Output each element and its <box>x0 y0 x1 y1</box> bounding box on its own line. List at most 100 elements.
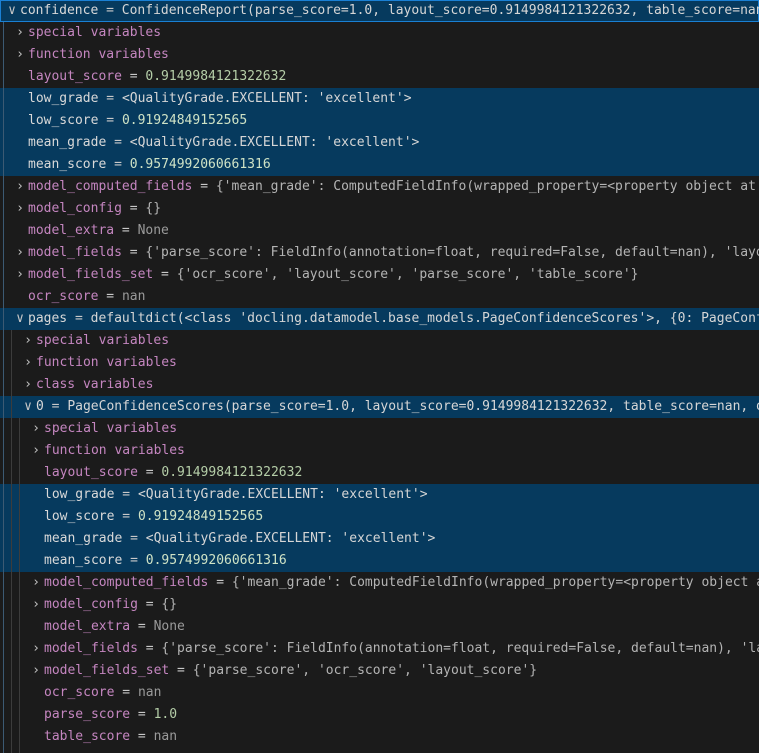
variable-row[interactable]: layout_score = 0.9149984121322632 <box>0 462 759 484</box>
variable-value: 0.91924849152565 <box>138 506 263 528</box>
equals-separator: = <box>114 682 137 704</box>
chevron-right-icon[interactable]: › <box>28 660 44 682</box>
variable-name: mean_grade <box>28 132 106 154</box>
chevron-right-icon[interactable]: › <box>12 44 28 66</box>
chevron-right-icon[interactable]: › <box>12 22 28 44</box>
variable-row[interactable]: parse_score = 1.0 <box>0 704 759 726</box>
variable-name: low_score <box>28 110 98 132</box>
equals-separator: = <box>114 220 137 242</box>
variable-row[interactable]: › special variables <box>0 418 759 440</box>
variable-name: confidence <box>20 0 98 22</box>
variable-value: {'parse_score': FieldInfo(annotation=flo… <box>145 242 759 264</box>
variable-row[interactable]: › class variables <box>0 374 759 396</box>
chevron-right-icon[interactable]: › <box>28 638 44 660</box>
chevron-right-icon[interactable]: › <box>12 264 28 286</box>
variable-row[interactable]: mean_score = 0.9574992060661316 <box>0 550 759 572</box>
chevron-right-icon[interactable]: › <box>20 352 36 374</box>
variable-row[interactable]: ∨ pages = defaultdict(<class 'docling.da… <box>0 308 759 330</box>
equals-separator: = <box>122 66 145 88</box>
variable-row[interactable]: › model_config = {} <box>0 594 759 616</box>
chevron-down-icon[interactable]: ∨ <box>20 396 36 418</box>
chevron-right-icon[interactable]: › <box>28 418 44 440</box>
equals-separator: = <box>122 550 145 572</box>
variable-value: None <box>138 220 169 242</box>
variable-name: model_fields <box>44 638 138 660</box>
variable-name: model_fields_set <box>28 264 153 286</box>
variable-row[interactable]: › model_fields_set = {'ocr_score', 'layo… <box>0 264 759 286</box>
variable-name: model_config <box>28 198 122 220</box>
equals-separator: = <box>98 110 121 132</box>
chevron-right-icon[interactable]: › <box>12 176 28 198</box>
variable-row[interactable]: › model_computed_fields = {'mean_grade':… <box>0 572 759 594</box>
variable-row[interactable]: low_grade = <QualityGrade.EXCELLENT: 'ex… <box>0 88 759 110</box>
variable-row[interactable]: mean_grade = <QualityGrade.EXCELLENT: 'e… <box>0 528 759 550</box>
equals-separator: = <box>130 704 153 726</box>
variable-value: nan <box>138 682 161 704</box>
chevron-right-icon[interactable]: › <box>28 572 44 594</box>
variable-row[interactable]: › function variables <box>0 352 759 374</box>
variable-row[interactable]: › model_config = {} <box>0 198 759 220</box>
variable-row[interactable]: › model_fields = {'parse_score': FieldIn… <box>0 638 759 660</box>
variable-name: 0 <box>36 396 44 418</box>
variable-row[interactable]: low_score = 0.91924849152565 <box>0 506 759 528</box>
variable-row[interactable]: mean_grade = <QualityGrade.EXCELLENT: 'e… <box>0 132 759 154</box>
variable-value: defaultdict(<class 'docling.datamodel.ba… <box>91 308 759 330</box>
variable-row[interactable]: › special variables <box>0 330 759 352</box>
variable-row[interactable]: ocr_score = nan <box>0 286 759 308</box>
variable-row[interactable]: ocr_score = nan <box>0 682 759 704</box>
variable-name: layout_score <box>44 462 138 484</box>
variable-value: {'mean_grade': ComputedFieldInfo(wrapped… <box>232 572 759 594</box>
variable-row[interactable]: › function variables <box>0 440 759 462</box>
variable-value: PageConfidenceScores(parse_score=1.0, la… <box>67 396 759 418</box>
variable-row[interactable]: model_extra = None <box>0 220 759 242</box>
variable-value: 0.91924849152565 <box>122 110 247 132</box>
variables-tree[interactable]: ∨ confidence = ConfidenceReport(parse_sc… <box>0 0 759 753</box>
variable-row[interactable]: › special variables <box>0 22 759 44</box>
variable-value: 0.9149984121322632 <box>161 462 302 484</box>
variable-row[interactable]: › model_fields = {'parse_score': FieldIn… <box>0 242 759 264</box>
variable-row[interactable]: table_score = nan <box>0 726 759 748</box>
variable-value: <QualityGrade.EXCELLENT: 'excellent'> <box>138 484 428 506</box>
equals-separator: = <box>106 132 129 154</box>
chevron-right-icon[interactable]: › <box>28 594 44 616</box>
variable-row[interactable]: model_extra = None <box>0 616 759 638</box>
variable-row[interactable]: ∨ confidence = ConfidenceReport(parse_sc… <box>0 0 759 22</box>
variable-row[interactable]: mean_score = 0.9574992060661316 <box>0 154 759 176</box>
variable-row[interactable]: › model_computed_fields = {'mean_grade':… <box>0 176 759 198</box>
variable-value: <QualityGrade.EXCELLENT: 'excellent'> <box>130 132 420 154</box>
equals-separator: = <box>138 638 161 660</box>
variable-row[interactable]: › function variables <box>0 44 759 66</box>
equals-separator: = <box>114 484 137 506</box>
equals-separator: = <box>122 242 145 264</box>
chevron-down-icon[interactable]: ∨ <box>12 308 28 330</box>
variable-name: model_fields_set <box>44 660 169 682</box>
chevron-right-icon[interactable]: › <box>12 242 28 264</box>
equals-separator: = <box>67 308 90 330</box>
equals-separator: = <box>114 506 137 528</box>
variable-name: model_fields <box>28 242 122 264</box>
variable-name: special variables <box>36 330 169 352</box>
variable-row[interactable]: low_grade = <QualityGrade.EXCELLENT: 'ex… <box>0 484 759 506</box>
variable-row[interactable]: ∨ 0 = PageConfidenceScores(parse_score=1… <box>0 396 759 418</box>
equals-separator: = <box>138 594 161 616</box>
variable-name: model_config <box>44 594 138 616</box>
variable-value: {} <box>145 198 161 220</box>
chevron-right-icon[interactable]: › <box>20 330 36 352</box>
variable-row[interactable]: › model_fields_set = {'parse_score', 'oc… <box>0 660 759 682</box>
variable-row[interactable]: layout_score = 0.9149984121322632 <box>0 66 759 88</box>
chevron-right-icon[interactable]: › <box>28 440 44 462</box>
variable-name: layout_score <box>28 66 122 88</box>
chevron-down-icon[interactable]: ∨ <box>4 0 20 22</box>
variable-name: class variables <box>36 374 153 396</box>
variable-name: mean_grade <box>44 528 122 550</box>
variable-row[interactable]: low_score = 0.91924849152565 <box>0 110 759 132</box>
variable-name: ocr_score <box>44 682 114 704</box>
variable-name: pages <box>28 308 67 330</box>
variable-name: low_score <box>44 506 114 528</box>
chevron-right-icon[interactable]: › <box>20 374 36 396</box>
equals-separator: = <box>130 726 153 748</box>
equals-separator: = <box>138 462 161 484</box>
equals-separator: = <box>122 528 145 550</box>
variable-name: mean_score <box>44 550 122 572</box>
chevron-right-icon[interactable]: › <box>12 198 28 220</box>
